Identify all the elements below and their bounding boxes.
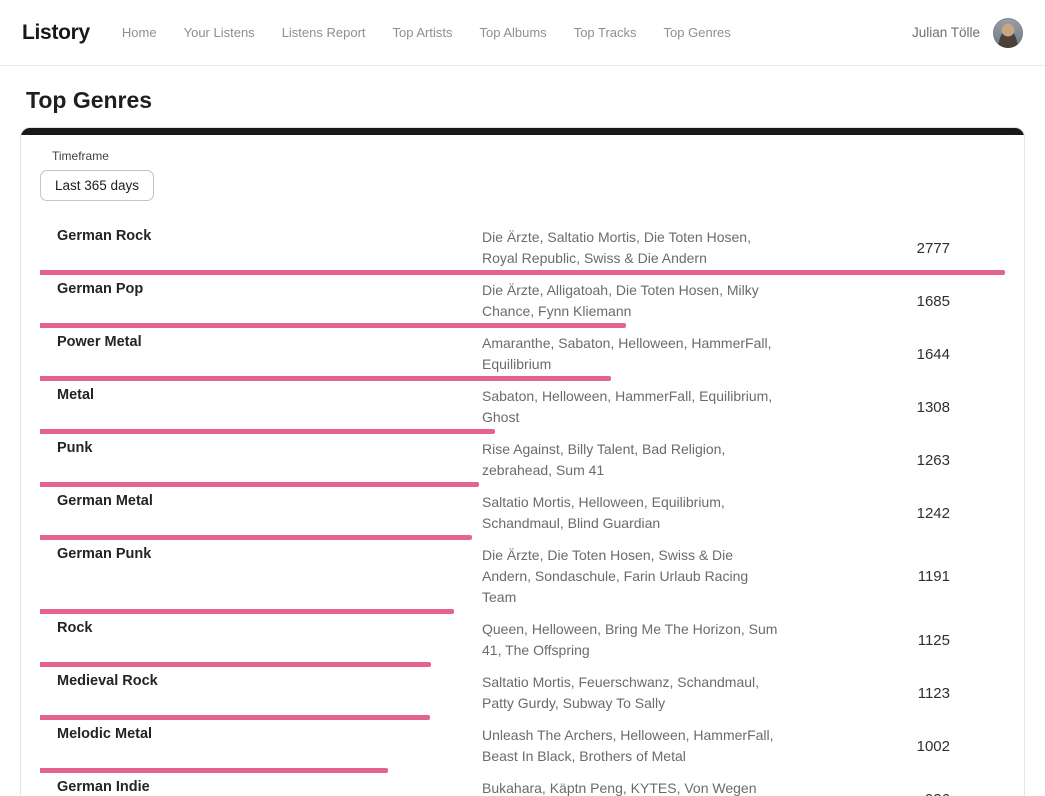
- genre-artists: Die Ärzte, Die Toten Hosen, Swiss & Die …: [482, 545, 782, 608]
- genre-artists: Sabaton, Helloween, HammerFall, Equilibr…: [482, 386, 782, 428]
- user-name[interactable]: Julian Tölle: [912, 25, 980, 40]
- genre-count: 926: [782, 791, 950, 796]
- genre-name: Power Metal: [57, 333, 482, 350]
- genre-artists: Queen, Helloween, Bring Me The Horizon, …: [482, 619, 782, 661]
- genre-row: Rock Queen, Helloween, Bring Me The Hori…: [40, 614, 1005, 667]
- genre-artists: Amaranthe, Sabaton, Helloween, HammerFal…: [482, 333, 782, 375]
- main-nav: Home Your Listens Listens Report Top Artist…: [122, 25, 912, 40]
- top-genres-card: Timeframe Last 365 days German Rock Die …: [20, 127, 1025, 796]
- genre-row: Power Metal Amaranthe, Sabaton, Hellowee…: [40, 328, 1005, 381]
- genre-name: German Pop: [57, 280, 482, 297]
- timeframe-select[interactable]: Last 365 days: [40, 170, 154, 201]
- nav-link-top-genres[interactable]: Top Genres: [664, 25, 731, 40]
- genre-artists: Die Ärzte, Alligatoah, Die Toten Hosen, …: [482, 280, 782, 322]
- genre-artists: Saltatio Mortis, Feuerschwanz, Schandmau…: [482, 672, 782, 714]
- nav-link-top-artists[interactable]: Top Artists: [393, 25, 453, 40]
- genre-row: German Pop Die Ärzte, Alligatoah, Die To…: [40, 275, 1005, 328]
- nav-link-top-albums[interactable]: Top Albums: [479, 25, 546, 40]
- card-top-accent: [21, 128, 1024, 135]
- genre-artists: Saltatio Mortis, Helloween, Equilibrium,…: [482, 492, 782, 534]
- genre-count: 1125: [782, 632, 950, 649]
- nav-link-listens-report[interactable]: Listens Report: [282, 25, 366, 40]
- genre-count: 1242: [782, 505, 950, 522]
- main-content: Top Genres Timeframe Last 365 days Germa…: [0, 87, 1045, 796]
- genre-row: Punk Rise Against, Billy Talent, Bad Rel…: [40, 434, 1005, 487]
- genre-count: 1002: [782, 738, 950, 755]
- genre-row: German Punk Die Ärzte, Die Toten Hosen, …: [40, 540, 1005, 614]
- genre-artists: Bukahara, Käptn Peng, KYTES, Von Wegen L…: [482, 778, 782, 796]
- genre-list: German Rock Die Ärzte, Saltatio Mortis, …: [40, 222, 1005, 796]
- genre-row: Metal Sabaton, Helloween, HammerFall, Eq…: [40, 381, 1005, 434]
- genre-name: German Punk: [57, 545, 482, 562]
- genre-row: German Rock Die Ärzte, Saltatio Mortis, …: [40, 222, 1005, 275]
- genre-count: 2777: [782, 240, 950, 257]
- genre-name: German Indie: [57, 778, 482, 795]
- genre-row: Medieval Rock Saltatio Mortis, Feuerschw…: [40, 667, 1005, 720]
- app-logo[interactable]: Listory: [22, 21, 90, 45]
- genre-row: German Metal Saltatio Mortis, Helloween,…: [40, 487, 1005, 540]
- user-menu[interactable]: Julian Tölle: [912, 18, 1023, 48]
- genre-row: Melodic Metal Unleash The Archers, Hello…: [40, 720, 1005, 773]
- genre-name: German Metal: [57, 492, 482, 509]
- genre-name: Punk: [57, 439, 482, 456]
- genre-artists: Unleash The Archers, Helloween, HammerFa…: [482, 725, 782, 767]
- user-avatar[interactable]: [993, 18, 1023, 48]
- genre-count: 1263: [782, 452, 950, 469]
- genre-count: 1644: [782, 346, 950, 363]
- card-body: Timeframe Last 365 days German Rock Die …: [21, 135, 1024, 796]
- nav-link-top-tracks[interactable]: Top Tracks: [574, 25, 637, 40]
- genre-name: Melodic Metal: [57, 725, 482, 742]
- genre-artists: Rise Against, Billy Talent, Bad Religion…: [482, 439, 782, 481]
- genre-count: 1685: [782, 293, 950, 310]
- genre-name: Metal: [57, 386, 482, 403]
- genre-count: 1191: [782, 568, 950, 585]
- genre-name: German Rock: [57, 227, 482, 244]
- genre-count: 1123: [782, 685, 950, 702]
- nav-link-your-listens[interactable]: Your Listens: [184, 25, 255, 40]
- page-title: Top Genres: [26, 87, 1025, 114]
- timeframe-label: Timeframe: [52, 149, 1005, 163]
- genre-name: Medieval Rock: [57, 672, 482, 689]
- genre-count: 1308: [782, 399, 950, 416]
- nav-link-home[interactable]: Home: [122, 25, 157, 40]
- top-nav-bar: Listory Home Your Listens Listens Report To…: [0, 0, 1045, 66]
- genre-row: German Indie Bukahara, Käptn Peng, KYTES…: [40, 773, 1005, 796]
- genre-artists: Die Ärzte, Saltatio Mortis, Die Toten Ho…: [482, 227, 782, 269]
- genre-name: Rock: [57, 619, 482, 636]
